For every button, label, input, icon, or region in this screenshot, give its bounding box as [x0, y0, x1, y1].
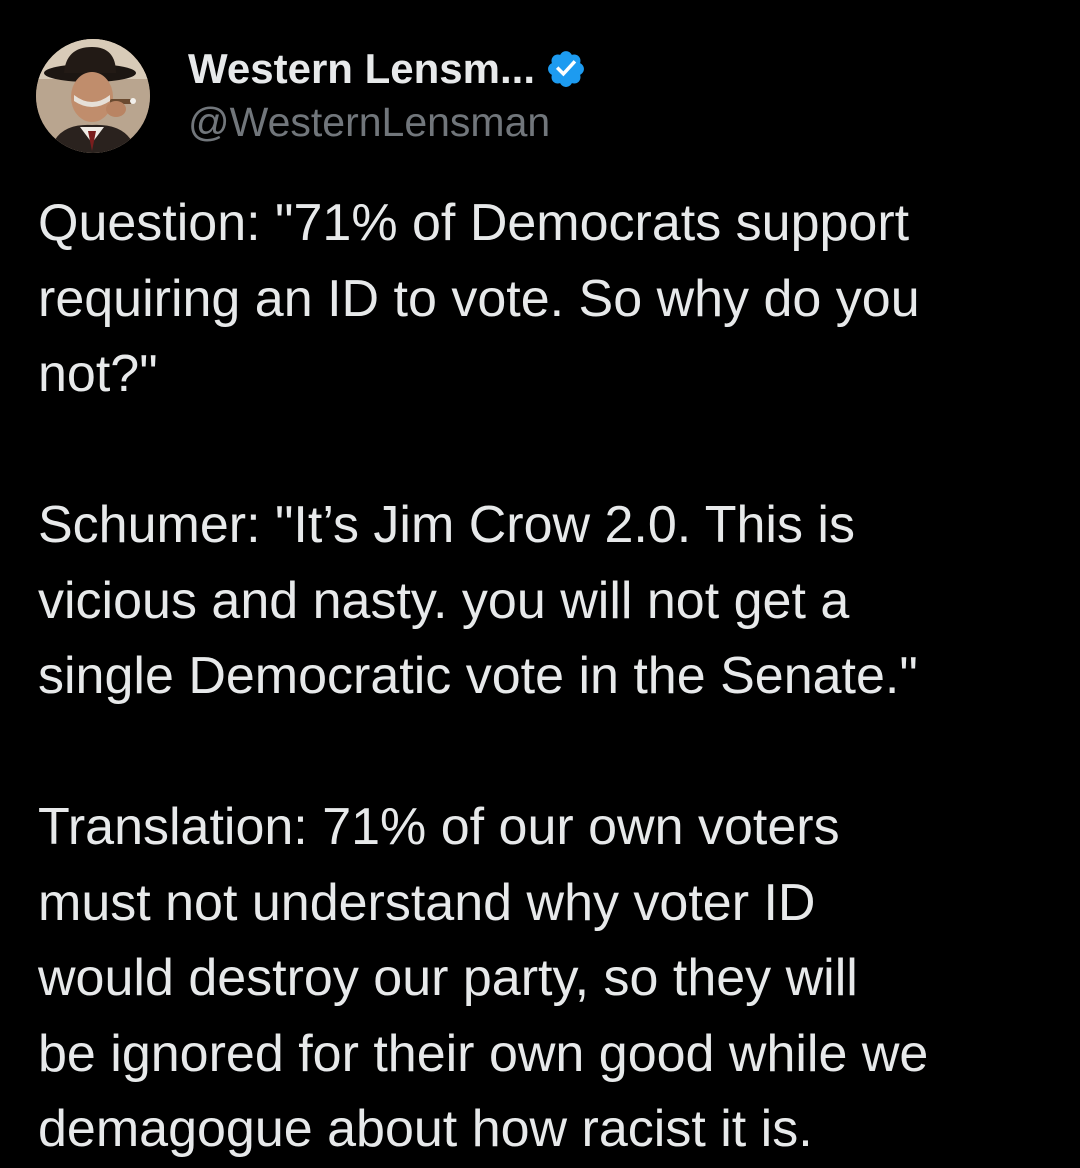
- tweet-header: Western Lensm... @WesternLensman: [36, 38, 587, 154]
- author-display-name[interactable]: Western Lensm...: [188, 45, 535, 93]
- tweet-paragraph: Question: "71% of Democrats support requ…: [38, 194, 920, 403]
- author-names: Western Lensm... @WesternLensman: [188, 41, 587, 146]
- avatar[interactable]: [36, 39, 150, 153]
- tweet-paragraph: Schumer: "It’s Jim Crow 2.0. This is vic…: [38, 496, 918, 705]
- name-row: Western Lensm...: [188, 41, 587, 97]
- verified-badge-icon: [545, 48, 587, 90]
- tweet-paragraph: Translation: 71% of our own voters must …: [38, 798, 929, 1158]
- author-handle[interactable]: @WesternLensman: [188, 99, 587, 146]
- tweet-text: Question: "71% of Democrats support requ…: [38, 186, 1068, 1168]
- avatar-image: [36, 39, 150, 153]
- tweet: Western Lensm... @WesternLensman Questio…: [0, 0, 1080, 1163]
